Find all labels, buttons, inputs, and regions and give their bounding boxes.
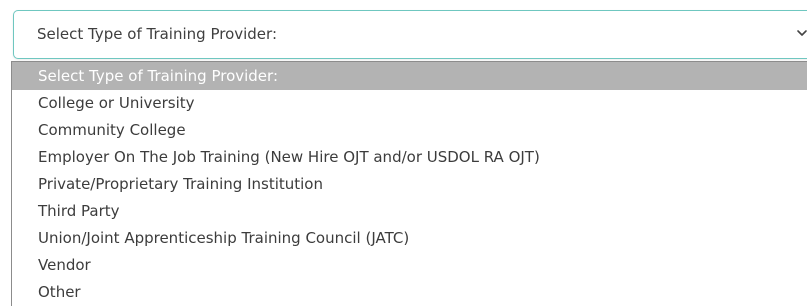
option-select-type-placeholder[interactable]: Select Type of Training Provider: bbox=[12, 62, 807, 90]
option-union-jatc[interactable]: Union/Joint Apprenticeship Training Coun… bbox=[12, 225, 807, 252]
select-current-value: Select Type of Training Provider: bbox=[37, 25, 277, 43]
training-provider-select[interactable]: Select Type of Training Provider: bbox=[13, 10, 807, 59]
option-private-proprietary[interactable]: Private/Proprietary Training Institution bbox=[12, 171, 807, 198]
option-employer-ojt[interactable]: Employer On The Job Training (New Hire O… bbox=[12, 144, 807, 171]
training-provider-options-list: Select Type of Training Provider: Colleg… bbox=[11, 61, 807, 306]
option-community-college[interactable]: Community College bbox=[12, 117, 807, 144]
option-third-party[interactable]: Third Party bbox=[12, 198, 807, 225]
chevron-down-icon[interactable] bbox=[796, 27, 807, 39]
option-other[interactable]: Other bbox=[12, 279, 807, 306]
option-college-or-university[interactable]: College or University bbox=[12, 90, 807, 117]
option-vendor[interactable]: Vendor bbox=[12, 252, 807, 279]
